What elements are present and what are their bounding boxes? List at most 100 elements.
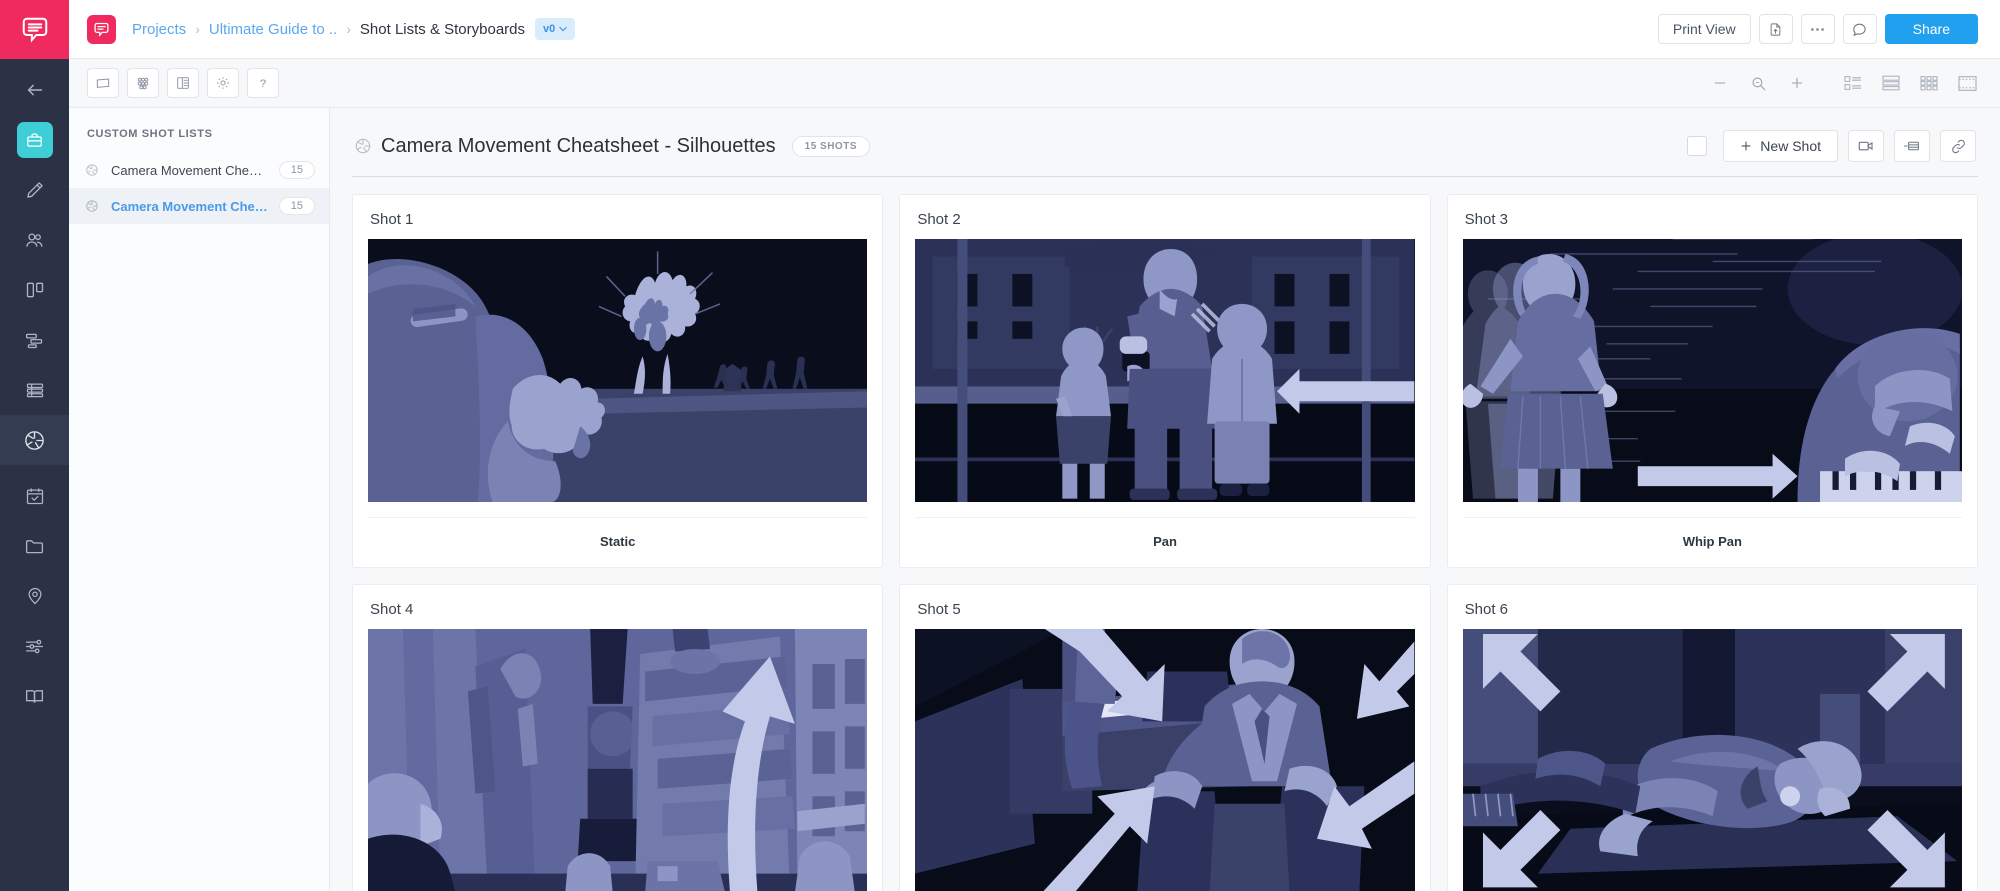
chevron-down-icon xyxy=(559,26,567,32)
shot-number: Shot 1 xyxy=(370,211,414,228)
zoom-in-button[interactable] xyxy=(1789,75,1805,91)
share-button[interactable]: Share xyxy=(1884,14,1978,44)
shot-thumbnail-pan[interactable] xyxy=(915,239,1415,503)
body: CUSTOM SHOT LISTS Camera Movement Cheats… xyxy=(69,108,2000,891)
thumbnail-grid-view-icon xyxy=(1920,76,1938,91)
shot-thumbnail-push-in[interactable] xyxy=(915,629,1415,891)
new-shot-button[interactable]: New Shot xyxy=(1723,130,1838,162)
question-mark-icon: ? xyxy=(260,78,266,90)
shot-number: Shot 4 xyxy=(370,601,414,619)
breadcrumb-guide[interactable]: Ultimate Guide to .. xyxy=(209,21,337,38)
tool-bar: ? xyxy=(69,59,2000,108)
aperture-icon xyxy=(354,137,372,155)
settings-button[interactable] xyxy=(207,68,239,98)
page-title: Camera Movement Cheatsheet - Silhouettes xyxy=(381,134,776,157)
zoom-out-button[interactable] xyxy=(1712,75,1728,91)
version-dropdown[interactable]: v0 xyxy=(535,18,576,40)
select-all-checkbox[interactable] xyxy=(1687,136,1708,156)
card-view-button[interactable] xyxy=(87,68,119,98)
left-icon-rail xyxy=(0,0,69,891)
rail-item-learn[interactable] xyxy=(0,671,69,721)
shot-list-actions: New Shot xyxy=(1687,130,1976,162)
rail-item-settings[interactable] xyxy=(0,621,69,671)
grid-view-button[interactable] xyxy=(127,68,159,98)
shot-card[interactable]: Shot 2 Pan xyxy=(899,194,1431,569)
rail-item-shot-lists[interactable] xyxy=(0,415,69,465)
rail-item-schedule[interactable] xyxy=(0,315,69,365)
rail-item-calendar[interactable] xyxy=(0,471,69,521)
sidebar-item-count: 15 xyxy=(278,197,315,215)
shot-card[interactable]: Shot 4 xyxy=(352,584,884,891)
add-row-icon xyxy=(1903,141,1919,151)
column-view-button[interactable] xyxy=(167,68,199,98)
shot-thumbnail-static[interactable] xyxy=(368,239,868,503)
shot-card[interactable]: Shot 5 xyxy=(899,584,1431,891)
shot-card[interactable]: Shot 1 Static xyxy=(352,194,884,569)
rail-item-locations[interactable] xyxy=(0,571,69,621)
rail-item-projects[interactable] xyxy=(0,115,69,165)
filmstrip-view-icon xyxy=(1958,75,1977,91)
aperture-icon xyxy=(85,199,101,213)
add-row-button[interactable] xyxy=(1894,130,1930,162)
sidebar-heading: CUSTOM SHOT LISTS xyxy=(87,128,213,140)
shot-thumbnail-whip-pan[interactable] xyxy=(1462,239,1962,503)
shot-card[interactable]: Shot 3 Whip Pan xyxy=(1446,194,1978,569)
rail-item-write[interactable] xyxy=(0,165,69,215)
file-upload-icon xyxy=(1770,22,1781,36)
rail-item-files[interactable] xyxy=(0,521,69,571)
sidebar-item-camera-movement-cheatsheet[interactable]: Camera Movement Cheatsheet 15 xyxy=(69,152,329,188)
shot-movement-label: Whip Pan xyxy=(1462,517,1962,567)
sidebar-item-camera-movement-cheatsheet-silhouettes[interactable]: Camera Movement Cheatsheet - S... 15 xyxy=(69,188,329,224)
shot-movement-label: Static xyxy=(368,517,868,567)
list-detail-view-icon xyxy=(1844,76,1861,90)
add-video-button[interactable] xyxy=(1848,130,1884,162)
help-button[interactable]: ? xyxy=(247,68,279,98)
link-icon xyxy=(1951,139,1965,153)
card-view-icon xyxy=(96,78,110,88)
shot-list-header: Camera Movement Cheatsheet - Silhouettes… xyxy=(352,108,1978,177)
shot-list-sidebar: CUSTOM SHOT LISTS Camera Movement Cheats… xyxy=(69,108,330,891)
rail-item-back[interactable] xyxy=(0,65,69,115)
breadcrumb: Projects › Ultimate Guide to .. › Shot L… xyxy=(132,21,525,38)
list-detail-view-button[interactable] xyxy=(1843,75,1863,91)
breadcrumb-current: Shot Lists & Storyboards xyxy=(359,20,526,38)
column-view-icon xyxy=(177,77,189,89)
grid-dots-icon xyxy=(137,77,149,90)
more-options-button[interactable] xyxy=(1800,14,1835,44)
briefcase-icon xyxy=(16,122,53,158)
app-logo[interactable] xyxy=(0,0,69,59)
rows-view-button[interactable] xyxy=(1881,75,1901,91)
gear-icon xyxy=(217,77,229,89)
ellipsis-icon xyxy=(1811,27,1825,31)
comments-button[interactable] xyxy=(1842,14,1877,44)
magnifier-icon xyxy=(1752,77,1766,90)
rail-item-breakdown[interactable] xyxy=(0,365,69,415)
app-root: Projects › Ultimate Guide to .. › Shot L… xyxy=(0,0,2000,891)
shot-thumbnail-tilt[interactable] xyxy=(368,629,868,891)
rail-item-team[interactable] xyxy=(0,215,69,265)
plus-icon xyxy=(1741,141,1751,151)
thumbnail-grid-view-button[interactable] xyxy=(1919,75,1939,91)
export-button[interactable] xyxy=(1758,14,1793,44)
shot-number: Shot 3 xyxy=(1464,211,1509,228)
new-shot-label: New Shot xyxy=(1760,138,1821,154)
filmstrip-view-button[interactable] xyxy=(1957,75,1978,92)
rail-item-board[interactable] xyxy=(0,265,69,315)
plus-icon xyxy=(1791,77,1803,89)
version-label: v0 xyxy=(543,23,556,35)
breadcrumb-projects[interactable]: Projects xyxy=(132,21,186,38)
brand-icon[interactable] xyxy=(87,14,116,44)
copy-link-button[interactable] xyxy=(1940,130,1976,162)
shot-count-badge: 15 SHOTS xyxy=(791,135,870,157)
sidebar-item-count: 15 xyxy=(278,161,315,179)
sidebar-item-label: Camera Movement Cheatsheet xyxy=(111,162,269,178)
shot-thumbnail-pull-out[interactable] xyxy=(1462,629,1962,891)
view-mode-group xyxy=(1843,75,1978,92)
zoom-reset-button[interactable] xyxy=(1750,75,1767,92)
zoom-controls xyxy=(1712,75,1805,92)
shot-number: Shot 5 xyxy=(917,601,961,619)
video-camera-icon xyxy=(1858,141,1873,151)
minus-icon xyxy=(1714,82,1726,84)
print-view-button[interactable]: Print View xyxy=(1657,14,1751,44)
shot-card[interactable]: Shot 6 xyxy=(1446,584,1978,891)
